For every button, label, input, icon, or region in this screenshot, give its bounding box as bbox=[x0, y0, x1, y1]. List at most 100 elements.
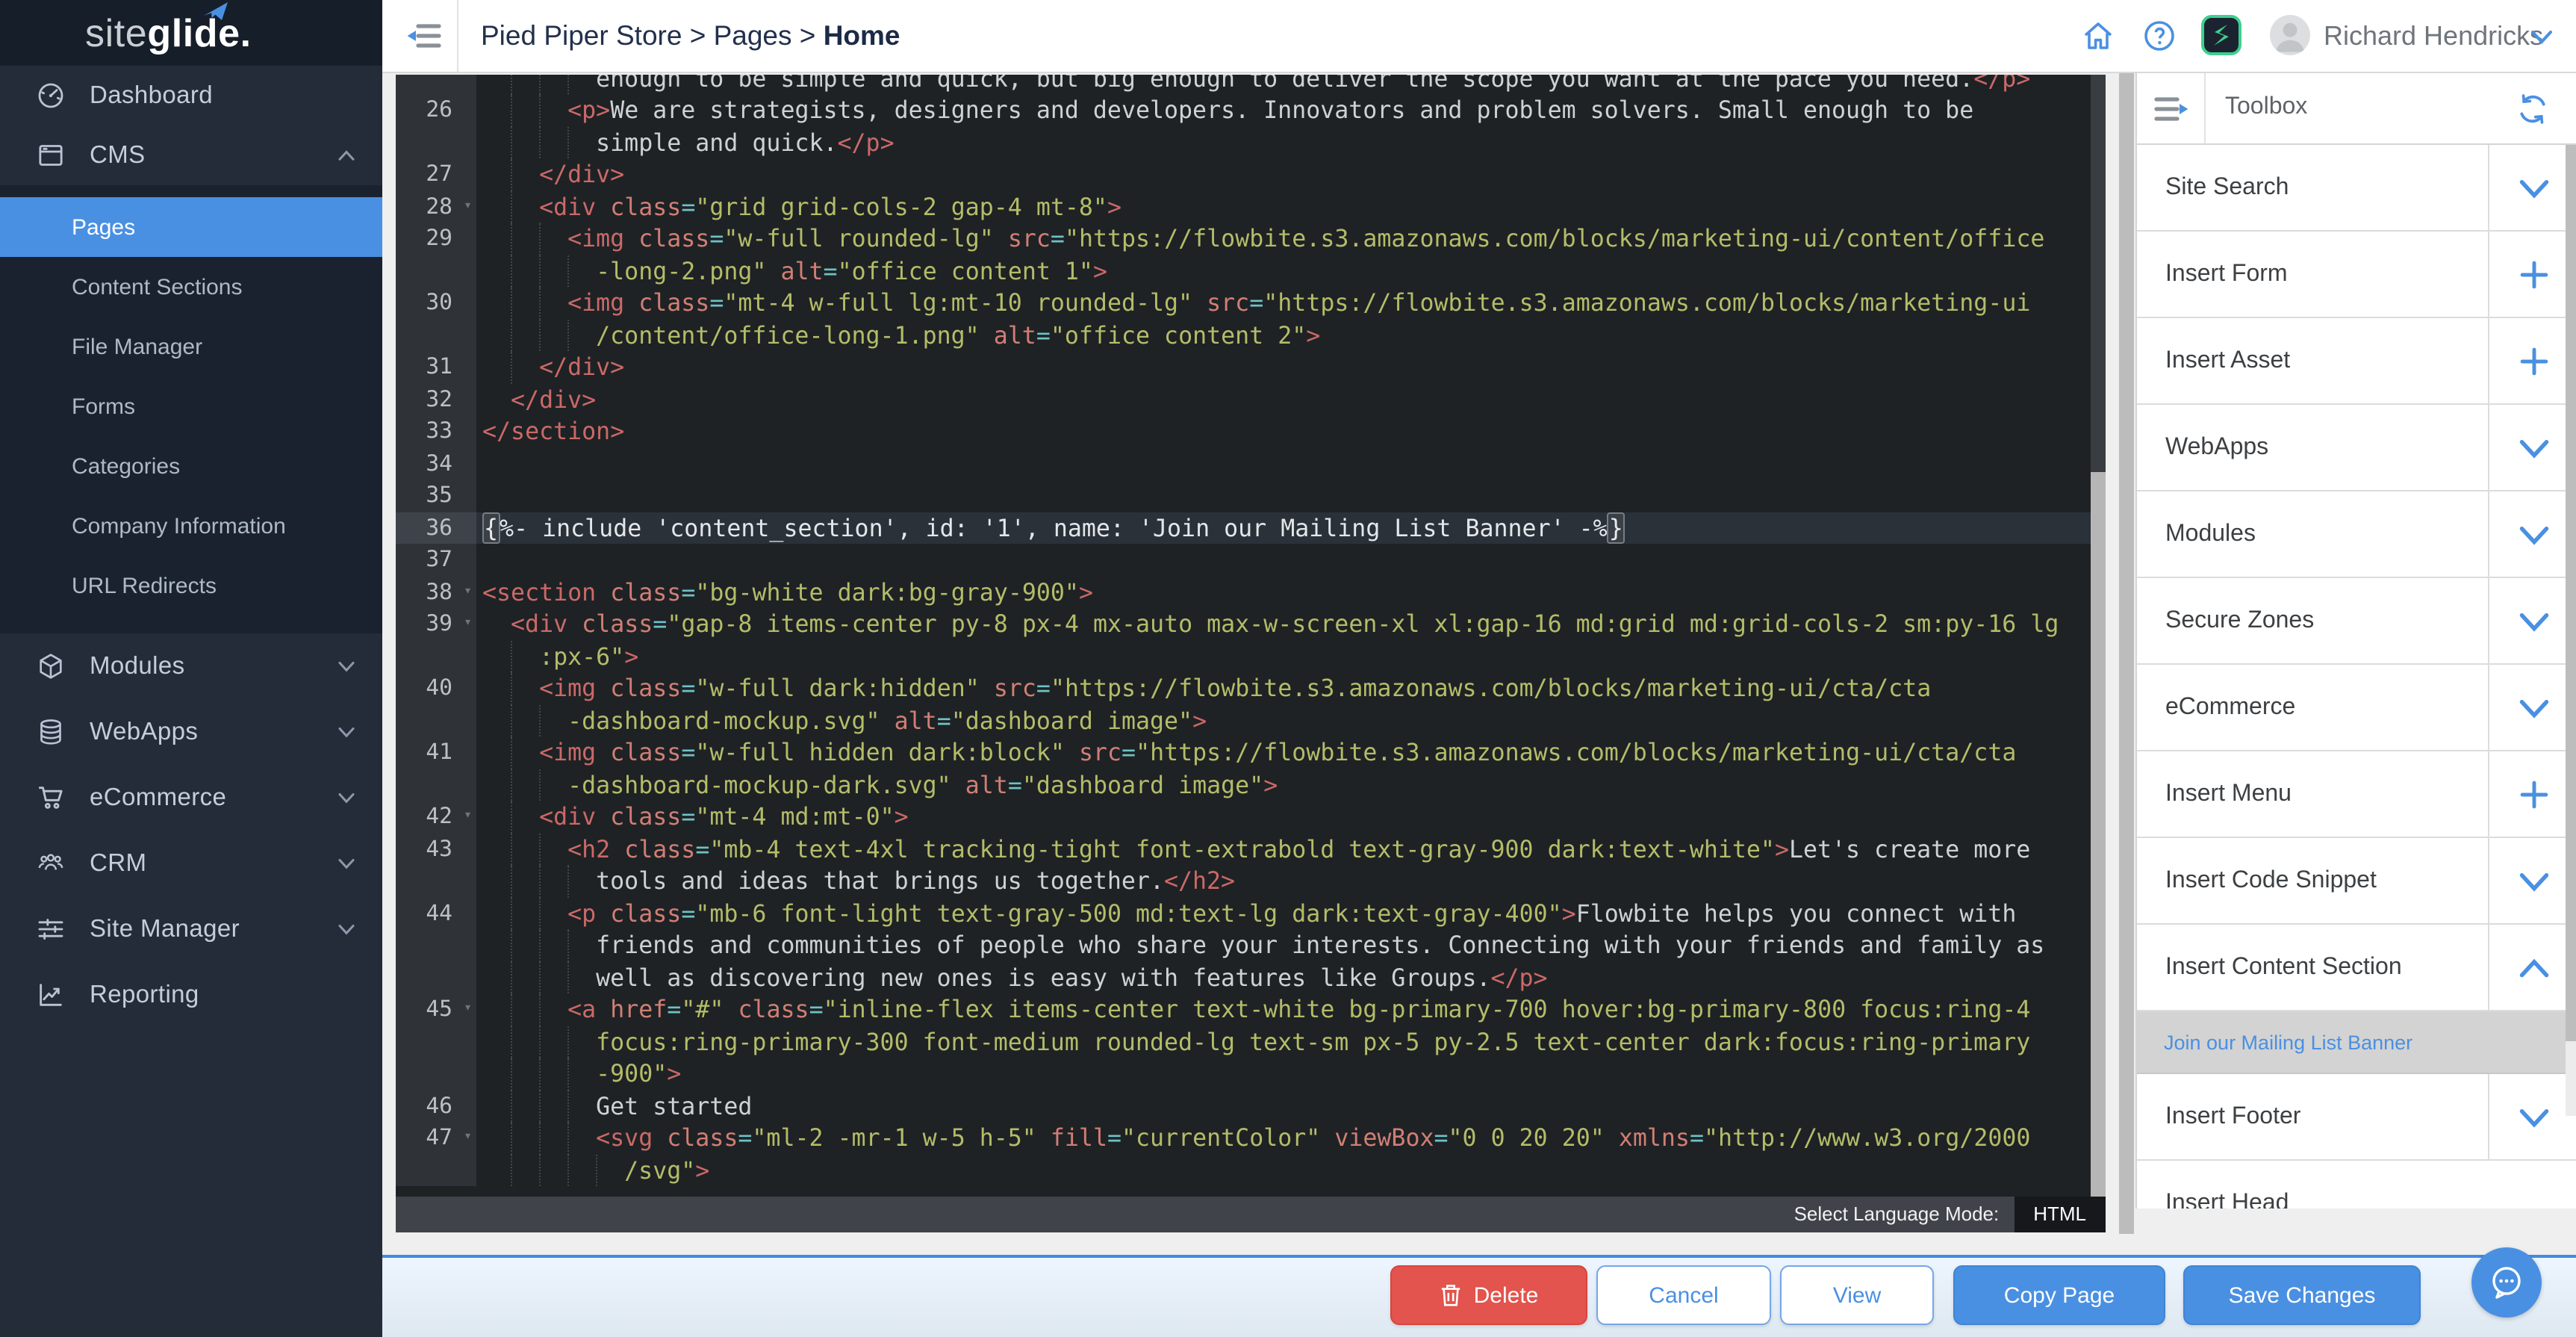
chevron-up-icon[interactable] bbox=[2518, 951, 2551, 984]
code-fold-icon[interactable]: ▾ bbox=[464, 993, 472, 1026]
code-line-wrap[interactable]: /svg"> bbox=[396, 1154, 2106, 1186]
plus-icon[interactable] bbox=[2518, 778, 2551, 810]
code-line-31[interactable]: 31</div> bbox=[396, 351, 2106, 383]
content-scrollbar[interactable] bbox=[2119, 73, 2134, 1234]
sidebar-item-ecommerce[interactable]: eCommerce bbox=[0, 765, 382, 831]
sidebar-subitem-company-information[interactable]: Company Information bbox=[0, 496, 382, 556]
code-fold-icon[interactable]: ▾ bbox=[464, 576, 472, 608]
toolbox-item-insert-code-snippet[interactable]: Insert Code Snippet bbox=[2137, 838, 2576, 925]
sidebar-item-crm[interactable]: CRM bbox=[0, 831, 382, 896]
sidebar-item-modules[interactable]: Modules bbox=[0, 633, 382, 699]
code-line-wrap[interactable]: well as discovering new ones is easy wit… bbox=[396, 961, 2106, 993]
home-icon[interactable] bbox=[2080, 18, 2116, 54]
code-line-wrap[interactable]: -dashboard-mockup.svg" alt="dashboard im… bbox=[396, 704, 2106, 736]
refresh-icon[interactable] bbox=[2516, 93, 2549, 125]
chevron-down-icon[interactable] bbox=[2518, 691, 2551, 724]
code-line-wrap[interactable]: -dashboard-mockup-dark.svg" alt="dashboa… bbox=[396, 769, 2106, 801]
plus-icon[interactable] bbox=[2518, 258, 2551, 291]
code-line-30[interactable]: 30<img class="mt-4 w-full lg:mt-10 round… bbox=[396, 287, 2106, 319]
sidebar-subitem-categories[interactable]: Categories bbox=[0, 436, 382, 496]
toolbox-item-insert-asset[interactable]: Insert Asset bbox=[2137, 318, 2576, 405]
code-line-29[interactable]: 29<img class="w-full rounded-lg" src="ht… bbox=[396, 223, 2106, 255]
code-line-37[interactable]: 37 bbox=[396, 544, 2106, 576]
toolbox-item-insert-form[interactable]: Insert Form bbox=[2137, 232, 2576, 318]
editor-scrollbar[interactable] bbox=[2091, 74, 2106, 1196]
code-line-38[interactable]: 38▾<section class="bg-white dark:bg-gray… bbox=[396, 576, 2106, 608]
sidebar-item-site-manager[interactable]: Site Manager bbox=[0, 896, 382, 962]
code-viewport[interactable]: enough to be simple and quick, but big e… bbox=[396, 74, 2106, 1196]
code-line-wrap[interactable]: -long-2.png" alt="office content 1"> bbox=[396, 255, 2106, 287]
copy-page-button[interactable]: Copy Page bbox=[1953, 1265, 2165, 1325]
user-name[interactable]: Richard Hendricks bbox=[2324, 21, 2543, 52]
sidebar-item-webapps[interactable]: WebApps bbox=[0, 699, 382, 765]
help-icon[interactable] bbox=[2141, 18, 2177, 54]
sidebar-subitem-pages[interactable]: Pages bbox=[0, 197, 382, 257]
toolbox-item-webapps[interactable]: WebApps bbox=[2137, 405, 2576, 491]
chevron-down-icon[interactable] bbox=[2518, 604, 2551, 637]
plus-icon[interactable] bbox=[2518, 344, 2551, 377]
toolbox-item-insert-footer[interactable]: Insert Footer bbox=[2137, 1074, 2576, 1161]
code-fold-icon[interactable]: ▾ bbox=[464, 1122, 472, 1154]
sidebar-item-dashboard[interactable]: Dashboard bbox=[0, 66, 382, 125]
code-editor[interactable]: enough to be simple and quick, but big e… bbox=[396, 74, 2106, 1232]
save-changes-button[interactable]: Save Changes bbox=[2183, 1265, 2421, 1325]
code-fold-icon[interactable]: ▾ bbox=[464, 608, 472, 640]
code-line-27[interactable]: 27</div> bbox=[396, 158, 2106, 190]
code-rows[interactable]: enough to be simple and quick, but big e… bbox=[396, 74, 2106, 1186]
chevron-down-icon[interactable] bbox=[2518, 171, 2551, 204]
chevron-down-icon[interactable] bbox=[2518, 518, 2551, 550]
code-line-42[interactable]: 42▾<div class="mt-4 md:mt-0"> bbox=[396, 801, 2106, 833]
code-line-39[interactable]: 39▾<div class="gap-8 items-center py-8 p… bbox=[396, 608, 2106, 640]
toolbox-scrollbar[interactable] bbox=[2566, 145, 2576, 1116]
code-line-40[interactable]: 40<img class="w-full dark:hidden" src="h… bbox=[396, 672, 2106, 704]
code-line-36[interactable]: 36{%- include 'content_section', id: '1'… bbox=[396, 512, 2106, 544]
toolbox-item-insert-menu[interactable]: Insert Menu bbox=[2137, 751, 2576, 838]
code-line-33[interactable]: 33</section> bbox=[396, 415, 2106, 447]
code-line-wrap[interactable]: -900"> bbox=[396, 1058, 2106, 1090]
code-line-wrap[interactable]: tools and ideas that brings us together.… bbox=[396, 865, 2106, 897]
code-fold-icon[interactable]: ▾ bbox=[464, 801, 472, 833]
code-line-47[interactable]: 47▾<svg class="ml-2 -mr-1 w-5 h-5" fill=… bbox=[396, 1122, 2106, 1154]
sidebar-subitem-forms[interactable]: Forms bbox=[0, 376, 382, 436]
toolbox-subitem-join-our-mailing-list-banner[interactable]: Join our Mailing List Banner bbox=[2137, 1011, 2576, 1074]
code-line-35[interactable]: 35 bbox=[396, 480, 2106, 512]
cancel-button[interactable]: Cancel bbox=[1596, 1265, 1771, 1325]
toolbox-item-secure-zones[interactable]: Secure Zones bbox=[2137, 578, 2576, 665]
sidebar-collapse-icon[interactable] bbox=[406, 19, 442, 52]
toolbox-collapse-icon[interactable] bbox=[2153, 93, 2189, 125]
user-menu-chevron-icon[interactable] bbox=[2530, 28, 2554, 46]
code-line-28[interactable]: 28▾<div class="grid grid-cols-2 gap-4 mt… bbox=[396, 190, 2106, 223]
code-fold-icon[interactable]: ▾ bbox=[464, 190, 472, 223]
toolbox-item-ecommerce[interactable]: eCommerce bbox=[2137, 665, 2576, 751]
code-line-41[interactable]: 41<img class="w-full hidden dark:block" … bbox=[396, 736, 2106, 769]
code-line-26[interactable]: 26<p>We are strategists, designers and d… bbox=[396, 94, 2106, 126]
code-line-44[interactable]: 44<p class="mb-6 font-light text-gray-50… bbox=[396, 897, 2106, 929]
view-button[interactable]: View bbox=[1780, 1265, 1934, 1325]
sidebar-subitem-file-manager[interactable]: File Manager bbox=[0, 317, 382, 376]
toolbox-item-insert-content-section[interactable]: Insert Content Section bbox=[2137, 925, 2576, 1011]
chevron-down-icon[interactable] bbox=[2518, 864, 2551, 897]
toolbox-item-site-search[interactable]: Site Search bbox=[2137, 145, 2576, 232]
code-line-wrap[interactable]: friends and communities of people who sh… bbox=[396, 929, 2106, 961]
toolbox-item-insert-head[interactable]: Insert Head bbox=[2137, 1161, 2576, 1209]
code-line-wrap[interactable]: enough to be simple and quick, but big e… bbox=[396, 74, 2106, 94]
code-line-wrap[interactable]: simple and quick.</p> bbox=[396, 126, 2106, 158]
sidebar-item-reporting[interactable]: Reporting bbox=[0, 962, 382, 1028]
sidebar-subitem-content-sections[interactable]: Content Sections bbox=[0, 257, 382, 317]
user-avatar[interactable] bbox=[2270, 15, 2310, 55]
code-line-46[interactable]: 46Get started bbox=[396, 1090, 2106, 1122]
chevron-down-icon[interactable] bbox=[2518, 431, 2551, 464]
code-line-43[interactable]: 43<h2 class="mb-4 text-4xl tracking-tigh… bbox=[396, 833, 2106, 865]
code-line-wrap[interactable]: :px-6"> bbox=[396, 640, 2106, 672]
sidebar-item-cms[interactable]: CMS bbox=[0, 125, 382, 185]
sidebar-subitem-url-redirects[interactable]: URL Redirects bbox=[0, 556, 382, 615]
code-line-wrap[interactable]: /content/office-long-1.png" alt="office … bbox=[396, 319, 2106, 351]
code-line-wrap[interactable]: focus:ring-primary-300 font-medium round… bbox=[396, 1026, 2106, 1058]
delete-button[interactable]: Delete bbox=[1390, 1265, 1587, 1325]
chevron-down-icon[interactable] bbox=[2518, 1100, 2551, 1133]
chat-support-button[interactable] bbox=[2471, 1247, 2542, 1318]
language-mode-value[interactable]: HTML bbox=[2014, 1196, 2106, 1232]
code-line-45[interactable]: 45▾<a href="#" class="inline-flex items-… bbox=[396, 993, 2106, 1026]
siteglide-badge-icon[interactable] bbox=[2201, 15, 2241, 55]
code-line-34[interactable]: 34 bbox=[396, 447, 2106, 480]
